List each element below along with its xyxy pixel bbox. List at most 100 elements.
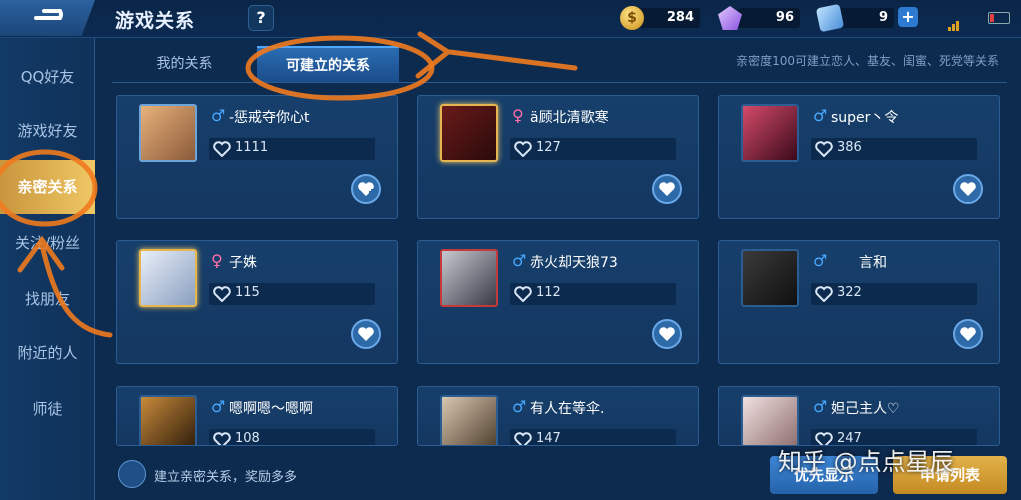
friend-card[interactable]: ♂ -惩戒夺你心t 1111 — [116, 95, 398, 219]
heart-plus-icon — [960, 182, 976, 196]
watermark: 知乎 @点点星辰 — [778, 448, 954, 476]
friend-card[interactable]: ♂ 嗯啊嗯～嗯啊 108 — [116, 386, 398, 446]
heart-icon — [213, 286, 231, 302]
back-arrow-icon — [34, 9, 63, 20]
avatar[interactable] — [139, 249, 197, 307]
male-icon: ♂ — [211, 106, 226, 125]
friend-card[interactable]: ♀ ä顾北清歌寒 127 — [417, 95, 699, 219]
heart-icon — [815, 141, 833, 157]
intimacy-value: 147 — [536, 431, 561, 446]
gem-amount: 96 — [738, 8, 800, 28]
intimacy-value: 115 — [235, 285, 260, 300]
top-bar: 游戏关系 ? 284 $ 96 9 + — [0, 0, 1021, 38]
intimacy-value: 386 — [837, 140, 862, 155]
page-title: 游戏关系 — [115, 10, 196, 32]
friend-name: -惩戒夺你心t — [229, 110, 310, 126]
avatar[interactable] — [440, 395, 498, 445]
intimacy-reward-icon[interactable] — [118, 460, 146, 488]
add-relation-button[interactable] — [953, 174, 983, 204]
gold-currency: 284 $ — [620, 6, 700, 30]
friend-card[interactable]: ♂ 有人在等伞. 147 — [417, 386, 699, 446]
heart-plus-icon — [659, 327, 675, 341]
heart-plus-icon — [659, 182, 675, 196]
avatar[interactable] — [741, 395, 799, 445]
friend-card[interactable]: ♂ 妲己主人♡ 247 — [718, 386, 1000, 446]
intimacy-value: 322 — [837, 285, 862, 300]
ticket-icon — [815, 3, 845, 33]
intimacy-bar: 1111 — [209, 138, 375, 160]
add-relation-button[interactable] — [351, 319, 381, 349]
add-relation-button[interactable] — [652, 319, 682, 349]
friend-name: 有人在等伞. — [530, 401, 605, 417]
friend-card[interactable]: ♀ 子姝 115 — [116, 240, 398, 364]
heart-plus-icon — [358, 182, 375, 196]
male-icon: ♂ — [512, 251, 527, 270]
avatar[interactable] — [139, 395, 197, 445]
friend-name: 言和 — [859, 255, 887, 271]
male-icon: ♂ — [211, 397, 226, 416]
sidebar-item-find-friends[interactable]: 找朋友 — [0, 272, 95, 326]
sidebar: QQ好友 游戏好友 亲密关系 关注/粉丝 找朋友 附近的人 师徒 — [0, 38, 95, 500]
avatar[interactable] — [741, 104, 799, 162]
heart-plus-icon — [960, 327, 976, 341]
battery-icon — [988, 12, 1010, 24]
friend-card[interactable]: ♂ 言和 322 — [718, 240, 1000, 364]
friend-name: 妲己主人♡ — [831, 401, 900, 417]
heart-icon — [514, 286, 532, 302]
male-icon: ♂ — [512, 397, 527, 416]
friend-name: 子姝 — [229, 255, 257, 271]
intimacy-bar: 112 — [510, 283, 676, 305]
avatar[interactable] — [440, 104, 498, 162]
help-button[interactable]: ? — [248, 5, 274, 31]
back-button[interactable] — [0, 0, 95, 36]
signal-icon — [948, 12, 960, 31]
tab-my-relations[interactable]: 我的关系 — [112, 46, 257, 82]
add-relation-button[interactable] — [652, 174, 682, 204]
intimacy-value: 1111 — [235, 140, 269, 155]
male-icon: ♂ — [813, 397, 828, 416]
sidebar-item-game-friends[interactable]: 游戏好友 — [0, 104, 95, 158]
sidebar-item-intimate[interactable]: 亲密关系 — [0, 160, 95, 214]
friend-card[interactable]: ♂ 赤火却天狼73 112 — [417, 240, 699, 364]
heart-icon — [815, 286, 833, 302]
gem-currency: 96 — [718, 6, 800, 30]
sidebar-item-mentor[interactable]: 师徒 — [0, 382, 95, 436]
tab-available-relations[interactable]: 可建立的关系 — [257, 46, 399, 82]
friend-name: ä顾北清歌寒 — [530, 110, 609, 126]
female-icon: ♀ — [512, 106, 524, 125]
intimacy-bar: 127 — [510, 138, 676, 160]
ticket-amount: 9 — [838, 8, 894, 28]
heart-icon — [213, 432, 231, 445]
gold-amount: 284 — [638, 8, 700, 28]
intimacy-bar: 322 — [811, 283, 977, 305]
tab-divider — [112, 82, 1007, 83]
friend-card[interactable]: ♂ super丶令 386 — [718, 95, 1000, 219]
heart-plus-icon — [358, 327, 374, 341]
male-icon: ♂ — [813, 106, 828, 125]
bottom-hint-text: 建立亲密关系，奖励多多 — [154, 470, 298, 485]
avatar[interactable] — [440, 249, 498, 307]
sidebar-item-qq-friends[interactable]: QQ好友 — [0, 50, 95, 104]
friend-name: super丶令 — [831, 110, 899, 126]
intimacy-bar: 108 — [209, 429, 375, 446]
gold-coin-icon: $ — [620, 6, 644, 30]
heart-icon — [213, 141, 231, 157]
intimacy-value: 108 — [235, 431, 260, 446]
intimacy-bar: 115 — [209, 283, 375, 305]
female-icon: ♀ — [211, 251, 223, 270]
add-relation-button[interactable] — [953, 319, 983, 349]
avatar[interactable] — [139, 104, 197, 162]
heart-icon — [514, 141, 532, 157]
avatar[interactable] — [741, 249, 799, 307]
add-relation-button[interactable] — [351, 174, 381, 204]
ticket-currency: 9 + — [815, 3, 918, 33]
intimacy-hint: 亲密度100可建立恋人、基友、闺蜜、死党等关系 — [736, 54, 999, 68]
sidebar-item-follow[interactable]: 关注/粉丝 — [0, 216, 95, 270]
intimacy-bar: 386 — [811, 138, 977, 160]
intimacy-value: 127 — [536, 140, 561, 155]
friend-name: 嗯啊嗯～嗯啊 — [229, 401, 313, 417]
sidebar-item-nearby[interactable]: 附近的人 — [0, 326, 95, 380]
add-ticket-button[interactable]: + — [898, 7, 918, 27]
annotation-arrow-tab — [415, 31, 578, 79]
male-icon: ♂ — [813, 251, 828, 270]
